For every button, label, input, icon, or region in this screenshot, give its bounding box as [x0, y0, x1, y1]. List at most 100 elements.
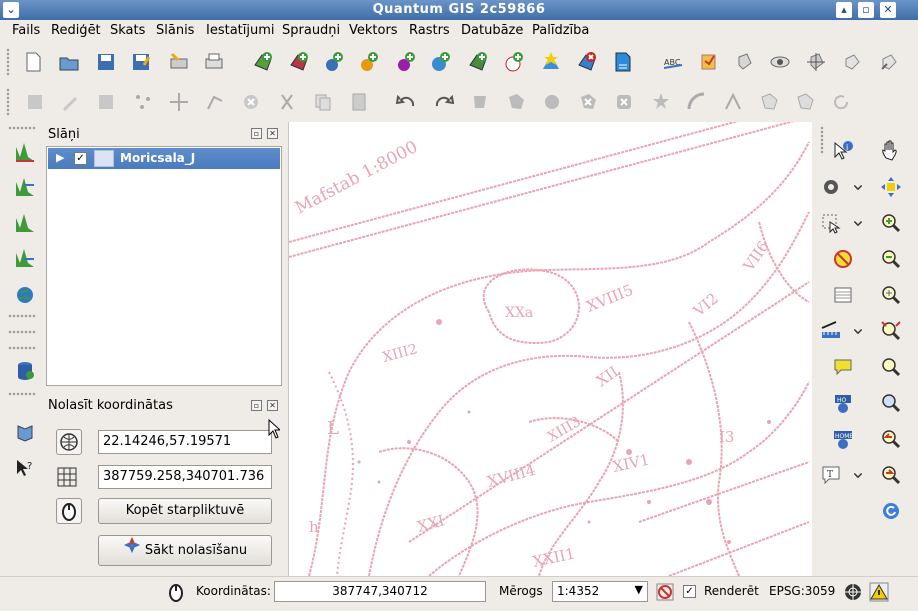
node-tool-icon[interactable] — [202, 89, 228, 115]
menu-skats[interactable]: Skats — [110, 23, 145, 38]
increase-brightness-icon[interactable] — [12, 245, 38, 271]
split-features-icon[interactable] — [720, 89, 746, 115]
print-icon[interactable] — [201, 49, 227, 75]
track-mouse-icon[interactable] — [56, 498, 82, 524]
paste-features-icon[interactable] — [346, 89, 372, 115]
window-minimize-button[interactable]: ▴ — [836, 2, 852, 18]
toolbar-grip[interactable] — [6, 48, 10, 76]
scale-combobox[interactable]: 1:4352 ▼ — [552, 581, 648, 602]
text-annotation-icon[interactable]: T — [818, 462, 844, 488]
zoom-to-selection-icon[interactable] — [878, 318, 904, 344]
add-wcs-layer-icon[interactable] — [465, 49, 491, 75]
toolbar-grip[interactable] — [6, 88, 10, 116]
offset-curve-icon[interactable] — [684, 89, 710, 115]
local-histogram-stretch-icon[interactable] — [12, 139, 38, 165]
menu-vektors[interactable]: Vektors — [349, 23, 398, 38]
stop-render-icon[interactable] — [652, 579, 678, 605]
menu-iestatijumi[interactable]: Iestatījumi — [206, 23, 275, 38]
new-spatial-bookmark-icon[interactable]: HO — [830, 390, 856, 416]
rotate-point-symbols-icon[interactable] — [828, 89, 854, 115]
new-print-composer-icon[interactable] — [166, 49, 192, 75]
proj-coords-field[interactable]: 387759.258,340701.736 — [98, 465, 272, 489]
grid-crs-icon[interactable] — [54, 464, 80, 490]
annotation-dropdown-icon[interactable] — [850, 462, 866, 488]
spell-check-icon[interactable]: ABC — [660, 49, 686, 75]
zoom-in-icon[interactable] — [878, 210, 904, 236]
menu-rastrs[interactable]: Rastrs — [409, 23, 450, 38]
select-features-icon[interactable] — [818, 210, 844, 236]
layers-panel-close-button[interactable]: ✕ — [267, 128, 278, 139]
window-maximize-button[interactable]: ▫ — [858, 2, 874, 18]
undo-icon[interactable] — [394, 89, 420, 115]
layer-item-moricsala[interactable]: ▶ ✓ Moricsala_J — [48, 148, 280, 169]
pin-labels-icon[interactable] — [731, 49, 757, 75]
show-bookmarks-icon[interactable]: HOME — [830, 426, 856, 452]
coordinates-field[interactable]: 387747,340712 — [274, 581, 486, 602]
map-tips-icon[interactable] — [830, 354, 856, 380]
toolbar-grip[interactable] — [8, 314, 36, 318]
add-feature-icon[interactable] — [130, 89, 156, 115]
delete-ring-icon[interactable] — [575, 89, 601, 115]
add-wfs-layer-icon[interactable] — [501, 49, 527, 75]
refresh-icon[interactable] — [878, 498, 904, 524]
pan-to-selection-icon[interactable] — [878, 174, 904, 200]
reshape-features-icon[interactable] — [648, 89, 674, 115]
warning-icon[interactable] — [866, 579, 892, 605]
add-postgis-layer-icon[interactable] — [321, 49, 347, 75]
crs-globe-icon[interactable] — [56, 429, 82, 455]
rotate-label-icon[interactable] — [839, 49, 865, 75]
whats-this-icon[interactable]: ? — [12, 455, 38, 481]
add-vector-layer-icon[interactable] — [250, 49, 276, 75]
toolbar-grip[interactable] — [8, 330, 36, 334]
add-spatialite-layer-icon[interactable] — [356, 49, 382, 75]
actions-gear-icon[interactable] — [818, 174, 844, 200]
show-hide-labels-icon[interactable] — [767, 49, 793, 75]
add-delimited-text-layer-icon[interactable] — [610, 49, 636, 75]
identify-features-icon[interactable]: i — [830, 138, 856, 164]
toggle-editing-icon[interactable] — [57, 89, 83, 115]
layers-panel-float-button[interactable]: ▫ — [251, 128, 262, 139]
coord-panel-close-button[interactable]: ✕ — [267, 400, 278, 411]
new-shapefile-layer-icon[interactable] — [538, 49, 564, 75]
add-ring-icon[interactable] — [503, 89, 529, 115]
move-label-icon[interactable] — [803, 49, 829, 75]
coordinate-toggle-icon[interactable] — [163, 579, 189, 605]
help-book-icon[interactable] — [12, 420, 38, 446]
coord-panel-float-button[interactable]: ▫ — [251, 400, 262, 411]
actions-dropdown-icon[interactable] — [850, 174, 866, 200]
full-histogram-stretch-icon[interactable] — [12, 174, 38, 200]
change-label-icon[interactable] — [876, 49, 902, 75]
toolbar-grip[interactable] — [8, 346, 36, 350]
start-capture-button[interactable]: Sākt nolasīšanu — [98, 535, 272, 566]
simplify-feature-icon[interactable] — [467, 89, 493, 115]
window-close-button[interactable]: ✕ — [880, 2, 896, 18]
menu-spraudni[interactable]: Spraudņi — [282, 23, 340, 38]
remove-layer-icon[interactable] — [574, 49, 600, 75]
deselect-features-icon[interactable] — [830, 246, 856, 272]
copy-features-icon[interactable] — [310, 89, 336, 115]
toolbar-grip[interactable] — [820, 126, 824, 154]
menu-slanis[interactable]: Slānis — [156, 23, 194, 38]
crs-status-icon[interactable] — [840, 579, 866, 605]
zoom-to-layer-icon[interactable] — [878, 354, 904, 380]
label-tool-icon[interactable] — [695, 49, 721, 75]
epsg-label[interactable]: EPSG:3059 — [769, 584, 835, 598]
zoom-out-icon[interactable] — [878, 246, 904, 272]
menu-rediget[interactable]: Rediģēt — [51, 23, 101, 38]
save-as-icon[interactable] — [128, 49, 154, 75]
open-project-icon[interactable] — [56, 49, 82, 75]
redo-icon[interactable] — [430, 89, 456, 115]
delete-selected-icon[interactable] — [238, 89, 264, 115]
database-icon[interactable] — [12, 358, 38, 384]
open-attribute-table-icon[interactable] — [830, 282, 856, 308]
toolbar-grip[interactable] — [8, 126, 36, 130]
zoom-to-native-resolution-icon[interactable] — [878, 390, 904, 416]
add-wms-layer-icon[interactable] — [428, 49, 454, 75]
geo-coords-field[interactable]: 22.14246,57.19571 — [98, 430, 272, 454]
measure-line-icon[interactable] — [818, 318, 844, 344]
add-raster-layer-icon[interactable] — [286, 49, 312, 75]
zoom-next-icon[interactable] — [878, 462, 904, 488]
expand-arrow-icon[interactable]: ▶ — [56, 151, 64, 164]
zoom-full-icon[interactable] — [878, 282, 904, 308]
render-checkbox[interactable]: ✓ — [683, 585, 696, 598]
